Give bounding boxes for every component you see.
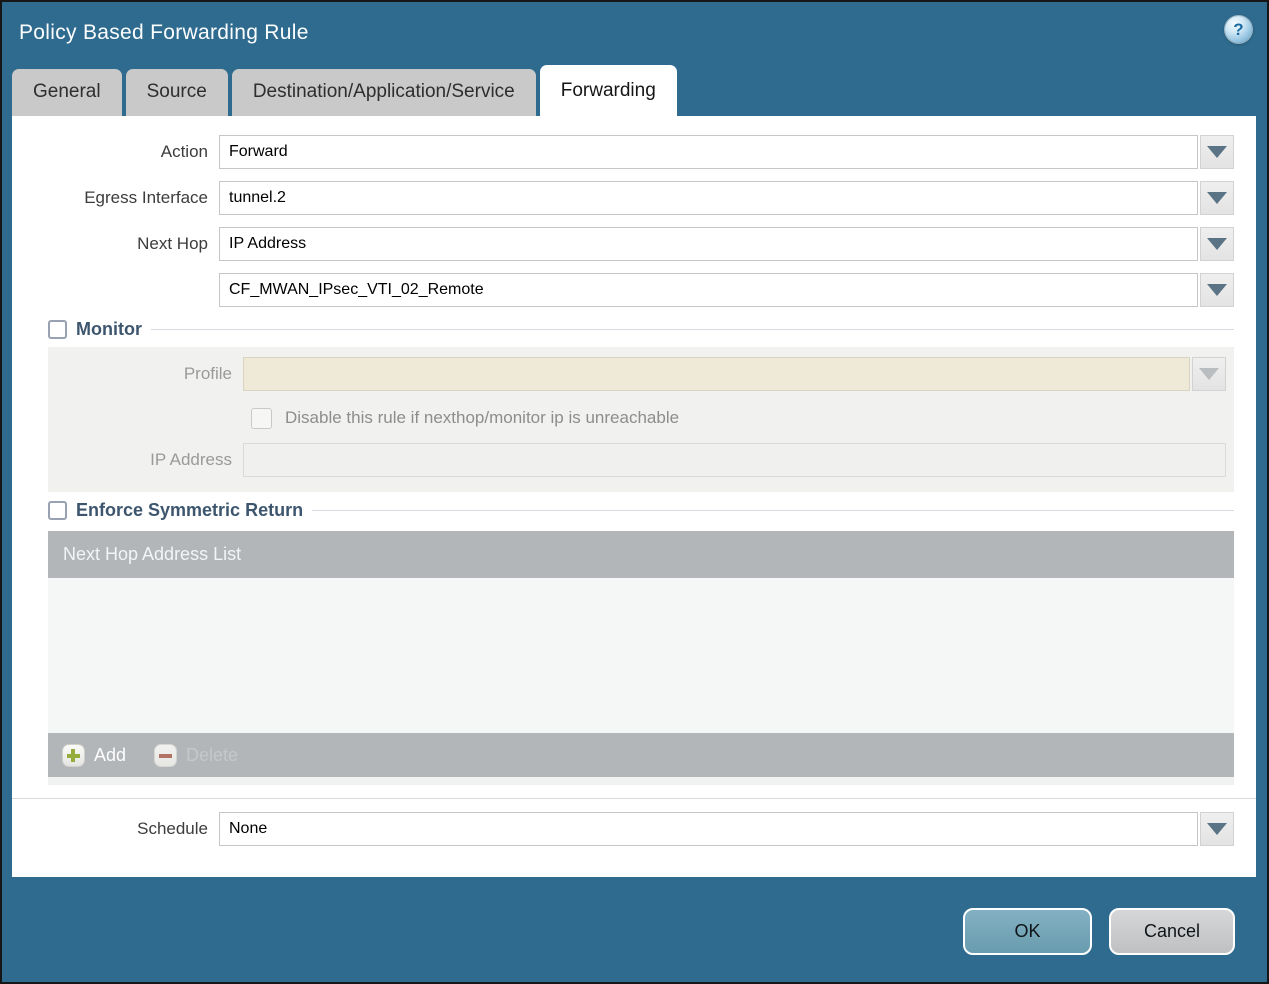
enforce-symmetric-return-group: Enforce Symmetric Return Next Hop Addres…: [48, 500, 1234, 785]
schedule-dropdown-button[interactable]: [1200, 812, 1234, 846]
enforce-symmetric-return-title: Enforce Symmetric Return: [76, 500, 304, 520]
next-hop-address-dropdown-button[interactable]: [1200, 273, 1234, 307]
egress-interface-row: Egress Interface tunnel.2: [12, 181, 1234, 215]
chevron-down-icon: [1207, 823, 1227, 835]
next-hop-address-select[interactable]: CF_MWAN_IPsec_VTI_02_Remote: [219, 273, 1198, 307]
profile-dropdown-button[interactable]: [1192, 357, 1226, 391]
tab-general[interactable]: General: [12, 69, 122, 116]
tab-forwarding[interactable]: Forwarding: [539, 65, 677, 116]
action-dropdown-button[interactable]: [1200, 135, 1234, 169]
enforce-symmetric-return-checkbox[interactable]: [48, 501, 67, 520]
schedule-row: Schedule None: [12, 812, 1234, 846]
disable-rule-checkbox[interactable]: [251, 407, 272, 429]
monitor-legend: Monitor: [48, 319, 151, 340]
schedule-select[interactable]: None: [219, 812, 1198, 846]
monitor-checkbox[interactable]: [48, 320, 67, 339]
next-hop-row: Next Hop IP Address: [12, 227, 1234, 261]
next-hop-address-list-header: Next Hop Address List: [48, 531, 1234, 578]
dialog-title: Policy Based Forwarding Rule: [19, 21, 309, 44]
delete-button[interactable]: Delete: [154, 743, 239, 767]
egress-interface-label: Egress Interface: [84, 188, 208, 207]
next-hop-address-row: CF_MWAN_IPsec_VTI_02_Remote: [12, 273, 1234, 307]
add-button-label: Add: [94, 744, 127, 765]
next-hop-type-select[interactable]: IP Address: [219, 227, 1198, 261]
monitor-panel: Profile Disable this rule if nexthop/mon…: [48, 347, 1234, 492]
action-row: Action Forward: [12, 135, 1234, 169]
action-select[interactable]: Forward: [219, 135, 1198, 169]
disable-rule-row: Disable this rule if nexthop/monitor ip …: [251, 407, 1234, 429]
tab-source[interactable]: Source: [125, 69, 228, 116]
help-icon[interactable]: ?: [1225, 16, 1252, 43]
chevron-down-icon: [1207, 284, 1227, 296]
next-hop-address-list-table: Next Hop Address List Add Delete: [48, 531, 1234, 785]
profile-label: Profile: [183, 364, 232, 383]
monitor-ip-address-label: IP Address: [150, 450, 232, 469]
delete-button-label: Delete: [186, 744, 239, 765]
chevron-down-icon: [1199, 368, 1219, 380]
profile-row: Profile: [48, 357, 1226, 391]
enforce-symmetric-return-legend: Enforce Symmetric Return: [48, 500, 312, 521]
monitor-group: Monitor Profile Disable this rule if nex…: [48, 319, 1234, 492]
chevron-down-icon: [1207, 192, 1227, 204]
dialog-footer: OK Cancel: [2, 908, 1267, 955]
dialog-titlebar: Policy Based Forwarding Rule: [2, 2, 1267, 64]
cancel-button[interactable]: Cancel: [1109, 908, 1235, 955]
next-hop-label: Next Hop: [137, 234, 208, 253]
action-label: Action: [160, 142, 208, 161]
pbf-rule-dialog: Policy Based Forwarding Rule ? General S…: [0, 0, 1269, 984]
tab-bar: General Source Destination/Application/S…: [2, 64, 1267, 116]
next-hop-address-list-toolbar: Add Delete: [48, 733, 1234, 777]
chevron-down-icon: [1207, 146, 1227, 158]
help-glyph: ?: [1233, 19, 1244, 39]
plus-icon: [62, 743, 85, 767]
disable-rule-label: Disable this rule if nexthop/monitor ip …: [285, 408, 680, 427]
chevron-down-icon: [1207, 238, 1227, 250]
minus-icon: [154, 743, 178, 767]
profile-select[interactable]: [243, 357, 1190, 391]
next-hop-type-dropdown-button[interactable]: [1200, 227, 1234, 261]
tab-destination-application-service[interactable]: Destination/Application/Service: [231, 69, 536, 116]
monitor-ip-address-input[interactable]: [243, 443, 1226, 477]
monitor-title: Monitor: [76, 319, 142, 339]
forwarding-tab-panel: Action Forward Egress Interface tunnel.2…: [12, 116, 1256, 877]
next-hop-address-list-body: [48, 578, 1234, 733]
add-button[interactable]: Add: [62, 743, 127, 767]
egress-interface-dropdown-button[interactable]: [1200, 181, 1234, 215]
ok-button[interactable]: OK: [963, 908, 1092, 955]
section-divider: [12, 798, 1256, 799]
monitor-ip-address-row: IP Address: [48, 443, 1226, 477]
egress-interface-select[interactable]: tunnel.2: [219, 181, 1198, 215]
schedule-label: Schedule: [137, 819, 208, 838]
